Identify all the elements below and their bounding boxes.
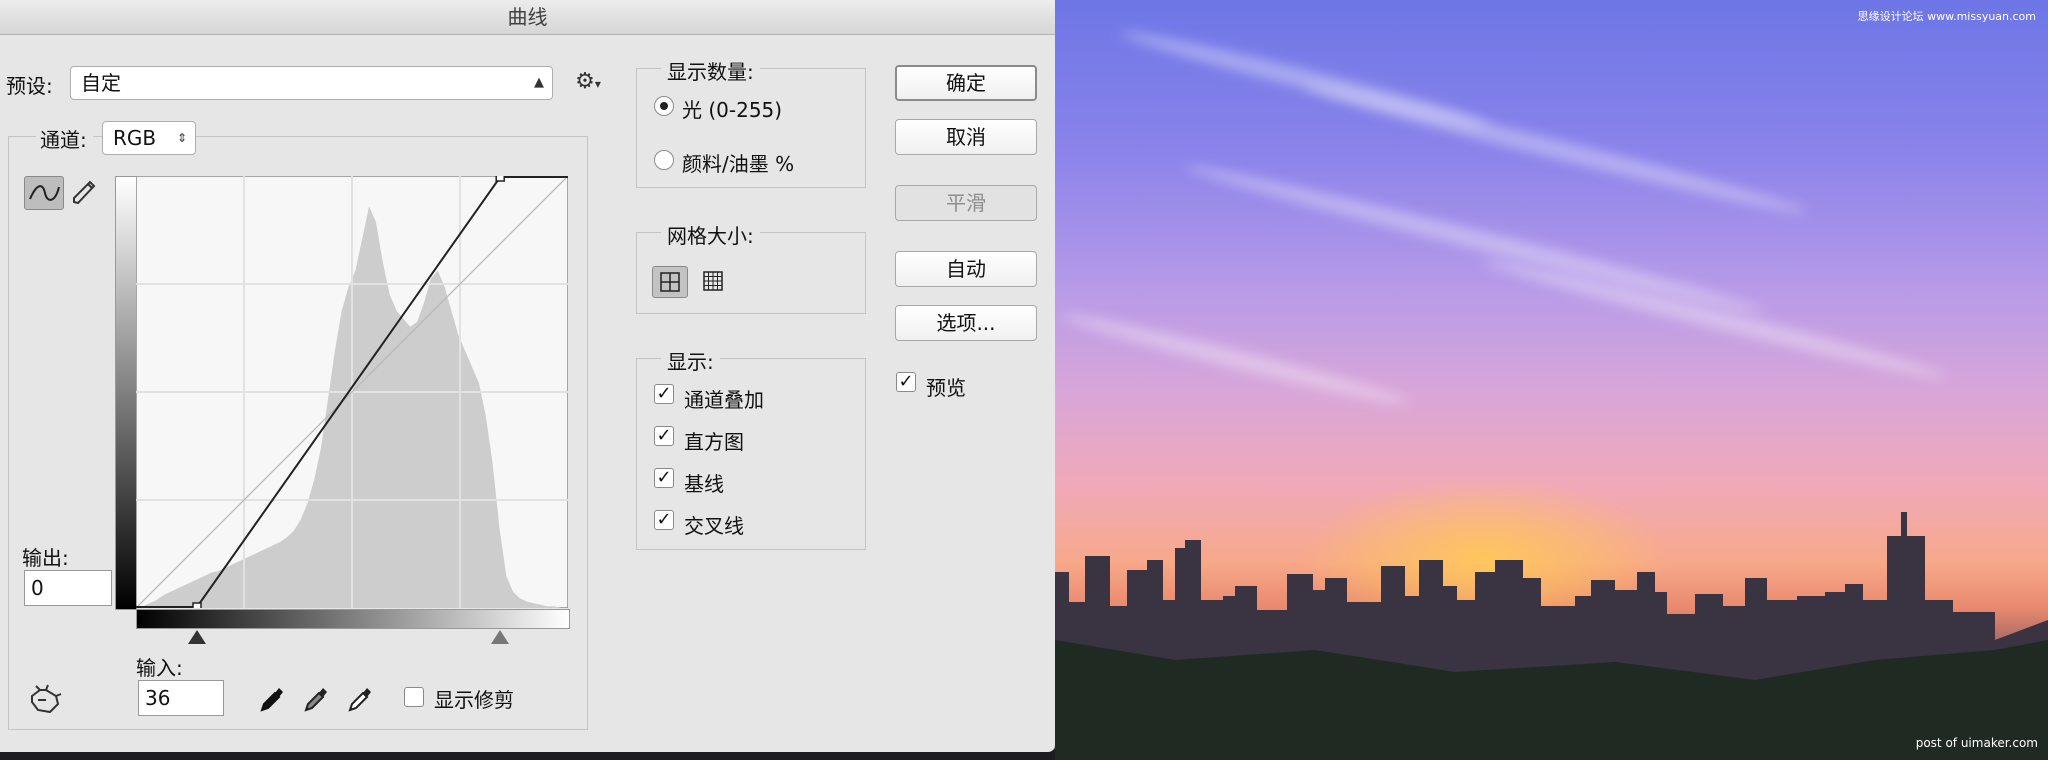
detailed-grid-button[interactable] <box>696 266 730 296</box>
input-white-slider[interactable] <box>491 630 510 644</box>
ok-button[interactable]: 确定 <box>895 65 1037 101</box>
output-label: 输出: <box>22 546 69 570</box>
input-gradient-bar <box>136 609 570 629</box>
watermark-top: 思缘设计论坛 www.missyuan.com <box>1857 10 2036 23</box>
channel-value: RGB <box>113 126 157 150</box>
channel-select[interactable]: RGB ⇕ <box>102 121 196 155</box>
baseline-label: 基线 <box>684 472 724 496</box>
channel-arrows-icon: ⇕ <box>176 131 187 145</box>
black-point-eyedropper-icon[interactable] <box>256 682 286 716</box>
city-skyline <box>1055 512 2048 760</box>
auto-button[interactable]: 自动 <box>895 251 1037 287</box>
watermark-bottom: post of uimaker.com <box>1915 736 2038 750</box>
channel-overlays-label: 通道叠加 <box>684 388 764 412</box>
cancel-button[interactable]: 取消 <box>895 119 1037 155</box>
curve-tool-button[interactable] <box>24 176 64 210</box>
intersection-line-label: 交叉线 <box>684 514 744 538</box>
grid-4-icon <box>660 272 680 292</box>
show-clipping-label: 显示修剪 <box>434 688 514 712</box>
light-radio[interactable] <box>654 96 674 116</box>
white-point-eyedropper-icon[interactable] <box>344 682 374 716</box>
light-option-label: 光 (0-255) <box>682 98 783 122</box>
targeted-adjust-hand-icon[interactable] <box>26 682 64 716</box>
channel-overlays-checkbox[interactable]: ✓ <box>654 384 674 404</box>
pigment-option-label: 颜料/油墨 % <box>682 152 795 176</box>
pigment-radio[interactable] <box>654 150 674 170</box>
histogram-label: 直方图 <box>684 430 744 454</box>
output-gradient-bar <box>115 176 137 610</box>
curves-dialog: 曲线 预设: 自定 ▲ ⚙▾ 通道: RGB ⇕ 输出: 0 输入: 36 显示… <box>0 0 1056 752</box>
background-photo: 思缘设计论坛 www.missyuan.com post of uimaker.… <box>1055 0 2048 760</box>
preset-gear-icon[interactable]: ⚙▾ <box>572 70 604 96</box>
curve-black-point[interactable] <box>192 602 202 608</box>
intersection-line-checkbox[interactable]: ✓ <box>654 510 674 530</box>
input-field[interactable]: 36 <box>138 680 224 716</box>
preset-value: 自定 <box>81 71 121 95</box>
display-amount-title: 显示数量: <box>661 56 760 85</box>
display-title: 显示: <box>661 346 720 375</box>
dialog-title: 曲线 <box>0 0 1055 35</box>
curve-white-point[interactable] <box>495 176 505 182</box>
histogram-checkbox[interactable]: ✓ <box>654 426 674 446</box>
show-clipping-checkbox[interactable] <box>404 687 424 707</box>
preset-select[interactable]: 自定 ▲ <box>70 66 553 100</box>
grid-size-title: 网格大小: <box>661 220 760 249</box>
preview-label: 预览 <box>926 376 966 400</box>
smooth-button[interactable]: 平滑 <box>895 185 1037 221</box>
curve-graph[interactable] <box>136 176 568 608</box>
simple-grid-button[interactable] <box>652 266 688 298</box>
pencil-tool-icon[interactable] <box>68 176 98 208</box>
baseline-checkbox[interactable]: ✓ <box>654 468 674 488</box>
options-button[interactable]: 选项... <box>895 305 1037 341</box>
preset-label: 预设: <box>6 74 53 98</box>
grid-10-icon <box>703 271 723 291</box>
channel-label: 通道: <box>36 124 93 153</box>
preview-checkbox[interactable]: ✓ <box>896 372 916 392</box>
curve-wave-icon <box>29 185 60 201</box>
select-arrows-icon: ▲ <box>534 75 544 90</box>
input-label: 输入: <box>136 656 183 680</box>
gray-point-eyedropper-icon[interactable] <box>300 682 330 716</box>
output-field[interactable]: 0 <box>24 570 112 606</box>
input-black-slider[interactable] <box>188 630 206 644</box>
